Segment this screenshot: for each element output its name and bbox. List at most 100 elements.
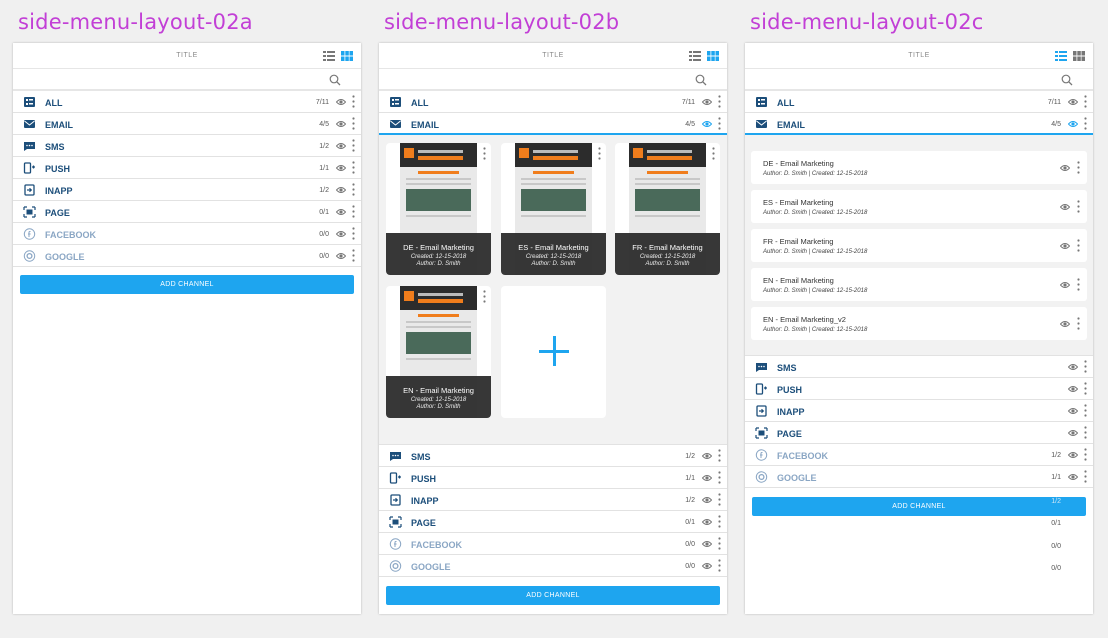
more-options-icon[interactable]	[1084, 382, 1087, 395]
channel-row-all[interactable]: ALL 7/11	[745, 91, 1093, 113]
channel-row-page[interactable]: PAGE 0/1	[13, 201, 361, 223]
channel-row-all[interactable]: ALL 7/11	[13, 91, 361, 113]
more-options-icon[interactable]	[718, 537, 721, 550]
more-options-icon[interactable]	[1077, 278, 1080, 291]
more-options-icon[interactable]	[352, 117, 355, 130]
email-template-card[interactable]: DE - Email Marketing Created: 12-15-2018…	[386, 143, 491, 275]
more-options-icon[interactable]	[718, 471, 721, 484]
email-template-entry[interactable]: DE - Email Marketing Author: D. Smith | …	[751, 151, 1087, 184]
more-options-icon[interactable]	[1084, 360, 1087, 373]
more-options-icon[interactable]	[352, 205, 355, 218]
visibility-eye-icon[interactable]	[1060, 203, 1070, 211]
visibility-eye-icon[interactable]	[1068, 451, 1078, 459]
channel-row-all[interactable]: ALL 7/11	[379, 91, 727, 113]
visibility-eye-icon[interactable]	[702, 496, 712, 504]
more-options-icon[interactable]	[352, 139, 355, 152]
more-options-icon[interactable]	[1077, 317, 1080, 330]
more-options-icon[interactable]	[1077, 200, 1080, 213]
visibility-eye-icon[interactable]	[702, 562, 712, 570]
email-template-card[interactable]: EN - Email Marketing Created: 12-15-2018…	[386, 286, 491, 418]
visibility-eye-icon[interactable]	[1068, 363, 1078, 371]
more-options-icon[interactable]	[718, 117, 721, 130]
visibility-eye-icon[interactable]	[1068, 385, 1078, 393]
list-view-icon[interactable]	[1055, 51, 1067, 61]
more-options-icon[interactable]	[1077, 239, 1080, 252]
visibility-eye-icon[interactable]	[1068, 98, 1078, 106]
visibility-eye-icon[interactable]	[1068, 473, 1078, 481]
channel-row-push[interactable]: PUSH 1/1	[379, 467, 727, 489]
email-template-entry[interactable]: EN - Email Marketing Author: D. Smith | …	[751, 268, 1087, 301]
grid-view-icon[interactable]	[707, 51, 719, 61]
more-options-icon[interactable]	[718, 95, 721, 108]
more-options-icon[interactable]	[352, 227, 355, 240]
channel-row-inapp[interactable]: INAPP 1/2	[379, 489, 727, 511]
visibility-eye-icon[interactable]	[336, 98, 346, 106]
email-template-card[interactable]: FR - Email Marketing Created: 12-15-2018…	[615, 143, 720, 275]
more-options-icon[interactable]	[718, 493, 721, 506]
visibility-eye-icon[interactable]	[702, 452, 712, 460]
list-view-icon[interactable]	[689, 51, 701, 61]
channel-row-push[interactable]: PUSH	[745, 378, 1093, 400]
visibility-eye-icon[interactable]	[702, 98, 712, 106]
more-options-icon[interactable]	[712, 147, 715, 160]
channel-row-google[interactable]: GOOGLE 1/1	[745, 466, 1093, 488]
visibility-eye-icon[interactable]	[1060, 242, 1070, 250]
grid-view-icon[interactable]	[341, 51, 353, 61]
more-options-icon[interactable]	[1084, 404, 1087, 417]
channel-row-inapp[interactable]: INAPP	[745, 400, 1093, 422]
email-template-entry[interactable]: EN - Email Marketing_v2 Author: D. Smith…	[751, 307, 1087, 340]
visibility-eye-icon[interactable]	[336, 164, 346, 172]
channel-row-sms[interactable]: SMS 1/2	[13, 135, 361, 157]
visibility-eye-icon[interactable]	[336, 142, 346, 150]
channel-row-sms[interactable]: SMS	[745, 356, 1093, 378]
more-options-icon[interactable]	[483, 290, 486, 303]
more-options-icon[interactable]	[1084, 426, 1087, 439]
grid-view-icon[interactable]	[1073, 51, 1085, 61]
channel-row-facebook[interactable]: FACEBOOK 0/0	[13, 223, 361, 245]
channel-row-push[interactable]: PUSH 1/1	[13, 157, 361, 179]
more-options-icon[interactable]	[483, 147, 486, 160]
visibility-eye-icon[interactable]	[702, 120, 712, 128]
visibility-eye-icon[interactable]	[1068, 429, 1078, 437]
more-options-icon[interactable]	[1084, 95, 1087, 108]
more-options-icon[interactable]	[352, 95, 355, 108]
visibility-eye-icon[interactable]	[336, 186, 346, 194]
add-template-card[interactable]	[501, 286, 606, 418]
visibility-eye-icon[interactable]	[336, 120, 346, 128]
add-channel-button[interactable]: ADD CHANNEL	[386, 586, 720, 605]
more-options-icon[interactable]	[718, 515, 721, 528]
visibility-eye-icon[interactable]	[336, 252, 346, 260]
search-bar[interactable]	[13, 69, 361, 91]
more-options-icon[interactable]	[718, 449, 721, 462]
visibility-eye-icon[interactable]	[702, 474, 712, 482]
add-channel-button[interactable]: ADD CHANNEL	[20, 275, 354, 294]
visibility-eye-icon[interactable]	[1068, 407, 1078, 415]
visibility-eye-icon[interactable]	[702, 518, 712, 526]
add-channel-button[interactable]: ADD CHANNEL	[752, 497, 1086, 516]
more-options-icon[interactable]	[1084, 448, 1087, 461]
email-template-entry[interactable]: FR - Email Marketing Author: D. Smith | …	[751, 229, 1087, 262]
search-icon[interactable]	[695, 74, 707, 86]
visibility-eye-icon[interactable]	[1068, 120, 1078, 128]
channel-row-email[interactable]: EMAIL 4/5	[13, 113, 361, 135]
channel-row-page[interactable]: PAGE 0/1	[379, 511, 727, 533]
visibility-eye-icon[interactable]	[1060, 281, 1070, 289]
visibility-eye-icon[interactable]	[702, 540, 712, 548]
visibility-eye-icon[interactable]	[1060, 164, 1070, 172]
more-options-icon[interactable]	[718, 559, 721, 572]
channel-row-email[interactable]: EMAIL 4/5	[379, 113, 727, 135]
more-options-icon[interactable]	[1077, 161, 1080, 174]
email-template-entry[interactable]: ES - Email Marketing Author: D. Smith | …	[751, 190, 1087, 223]
more-options-icon[interactable]	[352, 183, 355, 196]
list-view-icon[interactable]	[323, 51, 335, 61]
more-options-icon[interactable]	[1084, 117, 1087, 130]
channel-row-facebook[interactable]: FACEBOOK 0/0	[379, 533, 727, 555]
visibility-eye-icon[interactable]	[1060, 320, 1070, 328]
channel-row-facebook[interactable]: FACEBOOK 1/2	[745, 444, 1093, 466]
channel-row-inapp[interactable]: INAPP 1/2	[13, 179, 361, 201]
more-options-icon[interactable]	[1084, 470, 1087, 483]
more-options-icon[interactable]	[352, 161, 355, 174]
channel-row-google[interactable]: GOOGLE 0/0	[13, 245, 361, 267]
search-bar[interactable]	[745, 69, 1093, 91]
more-options-icon[interactable]	[352, 249, 355, 262]
